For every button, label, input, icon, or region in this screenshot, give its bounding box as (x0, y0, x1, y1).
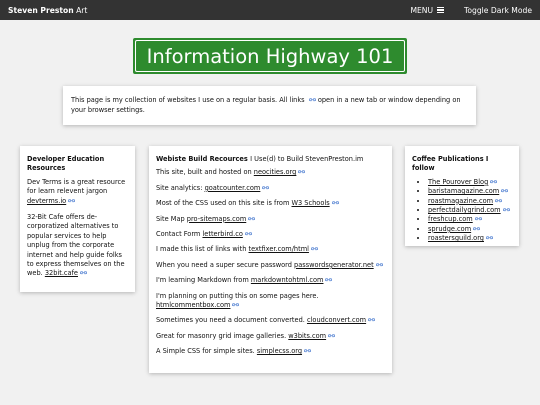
top-navbar: Steven Preston Art MENU Toggle Dark Mode (0, 0, 540, 20)
coffee-list-item: The Pourover Blog (428, 178, 512, 187)
highway-sign-title: Information Highway 101 (133, 38, 407, 74)
external-link-icon (325, 277, 333, 282)
menu-label: MENU (410, 5, 434, 15)
coffee-list-item: perfectdailygrind.com (428, 206, 512, 215)
menu-button[interactable]: MENU (410, 5, 445, 15)
build-resource-link[interactable]: simplecss.org (257, 347, 302, 355)
external-link-icon (298, 169, 306, 174)
external-link-icon (495, 198, 503, 203)
external-link-icon (304, 348, 312, 353)
coffee-list-item: freshcup.com (428, 215, 512, 224)
page-title: Information Highway 101 (135, 40, 405, 72)
build-resource-link[interactable]: neocities.org (254, 168, 297, 176)
external-link-icon (79, 270, 87, 275)
build-resource-item: I'm learning Markdown from markdowntohtm… (156, 276, 385, 285)
devterms-link[interactable]: devterms.io (27, 197, 66, 205)
coffee-publications-heading: Coffee Publications I follow (412, 155, 489, 173)
toggle-dark-mode-button[interactable]: Toggle Dark Mode (464, 6, 532, 15)
build-resource-link[interactable]: letterbird.co (202, 230, 242, 238)
coffee-publication-link[interactable]: sprudge.com (428, 225, 471, 233)
external-link-icon (473, 226, 481, 231)
external-link-icon (262, 185, 270, 190)
external-link-icon (68, 198, 76, 203)
coffee-publication-link[interactable]: The Pourover Blog (428, 178, 488, 186)
coffee-publication-link[interactable]: roastersguild.org (428, 234, 484, 242)
external-link-icon (310, 246, 318, 251)
coffee-list-item: baristamagazine.com (428, 187, 512, 196)
build-resources-heading: Webiste Build Recources I Use(d) to Buil… (156, 155, 364, 163)
32bit-cafe-link[interactable]: 32bit.cafe (45, 269, 78, 277)
build-resource-item: Sometimes you need a document converted.… (156, 316, 385, 325)
brand-rest: Art (76, 5, 88, 15)
build-resource-link[interactable]: htmlcommentbox.com (156, 301, 230, 309)
build-resource-link[interactable]: passwordsgenerator.net (294, 261, 374, 269)
external-link-icon (328, 333, 336, 338)
hamburger-menu-icon (437, 7, 445, 13)
build-resource-item: A Simple CSS for simple sites. simplecss… (156, 347, 385, 356)
coffee-publication-link[interactable]: perfectdailygrind.com (428, 206, 501, 214)
external-link-icon (232, 302, 240, 307)
external-link-icon (375, 262, 383, 267)
coffee-publication-link[interactable]: baristamagazine.com (428, 187, 499, 195)
developer-education-card: Developer Education Resources Dev Terms … (20, 146, 135, 292)
external-link-icon (368, 317, 376, 322)
external-link-icon (486, 235, 493, 240)
external-link-icon (502, 207, 510, 212)
website-build-resources-card: Webiste Build Recources I Use(d) to Buil… (149, 146, 392, 373)
external-link-icon (248, 216, 256, 221)
build-resource-item: Great for masonry grid image galleries. … (156, 332, 385, 341)
build-resource-link[interactable]: w3bits.com (288, 332, 326, 340)
coffee-publications-card: Coffee Publications I follow The Pourove… (405, 146, 519, 246)
build-resource-item: Site analytics: goatcounter.com (156, 184, 385, 193)
build-resource-item: Site Map pro-sitemaps.com (156, 215, 385, 224)
coffee-list: The Pourover Blogbaristamagazine.com roas… (412, 178, 512, 244)
external-link-icon (474, 216, 482, 221)
build-resource-item: I'm planning on putting this on some pag… (156, 291, 319, 310)
build-resource-link[interactable]: markdowntohtml.com (251, 276, 324, 284)
dev-item: 32-Bit Cafe offers de-corporatized alter… (27, 213, 125, 278)
build-resource-item: Most of the CSS used on this site is fro… (156, 199, 385, 208)
brand-bold: Steven Preston (8, 5, 74, 15)
intro-card: This page is my collection of websites I… (63, 86, 476, 125)
intro-text-before: This page is my collection of websites I… (71, 96, 305, 104)
external-link-icon (490, 179, 498, 184)
coffee-list-item: roastersguild.org (428, 234, 512, 243)
build-resource-link[interactable]: textfixer.com/html (249, 245, 309, 253)
build-resource-item: Contact Form letterbird.co (156, 230, 385, 239)
build-resource-link[interactable]: pro-sitemaps.com (187, 215, 246, 223)
build-resource-item: This site, built and hosted on neocities… (156, 168, 385, 177)
external-link-icon (501, 188, 509, 193)
build-resource-link[interactable]: W3 Schools (292, 199, 330, 207)
external-link-icon (331, 200, 339, 205)
site-brand-link[interactable]: Steven Preston Art (0, 6, 87, 15)
dev-item: Dev Terms is a great resource for learn … (27, 177, 126, 205)
external-link-icon (308, 97, 316, 102)
build-resource-item: I made this list of links with textfixer… (156, 245, 385, 254)
external-link-icon (244, 231, 252, 236)
coffee-list-item: roastmagazine.com (428, 197, 512, 206)
coffee-publication-link[interactable]: freshcup.com (428, 215, 473, 223)
coffee-publication-link[interactable]: roastmagazine.com (428, 197, 493, 205)
build-resource-item: When you need a super secure password pa… (156, 261, 385, 270)
developer-education-heading: Developer Education Resources (27, 155, 105, 173)
coffee-list-item: sprudge.com (428, 225, 512, 234)
build-resource-link[interactable]: cloudconvert.com (307, 316, 366, 324)
build-resource-link[interactable]: goatcounter.com (205, 184, 261, 192)
